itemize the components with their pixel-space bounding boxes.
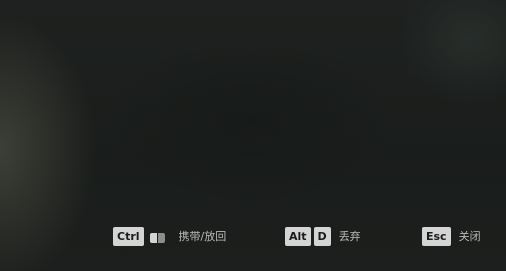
ctrl-key: Ctrl xyxy=(113,226,144,246)
mouse-icon xyxy=(149,229,167,243)
carry-hint[interactable]: Ctrl 携带/放回 xyxy=(113,225,226,247)
alt-key: Alt xyxy=(285,226,311,246)
discard-label: 丢弃 xyxy=(338,230,361,243)
close-hint[interactable]: Esc 关闭 xyxy=(422,225,481,247)
close-label: 关闭 xyxy=(458,230,481,243)
discard-hint[interactable]: Alt D 丢弃 xyxy=(285,225,361,247)
d-key: D xyxy=(313,226,331,246)
carry-label: 携带/放回 xyxy=(178,230,227,243)
esc-key: Esc xyxy=(422,226,451,246)
key-hint-bar: Ctrl 携带/放回 Alt D 丢弃 Esc 关闭 xyxy=(0,225,506,247)
